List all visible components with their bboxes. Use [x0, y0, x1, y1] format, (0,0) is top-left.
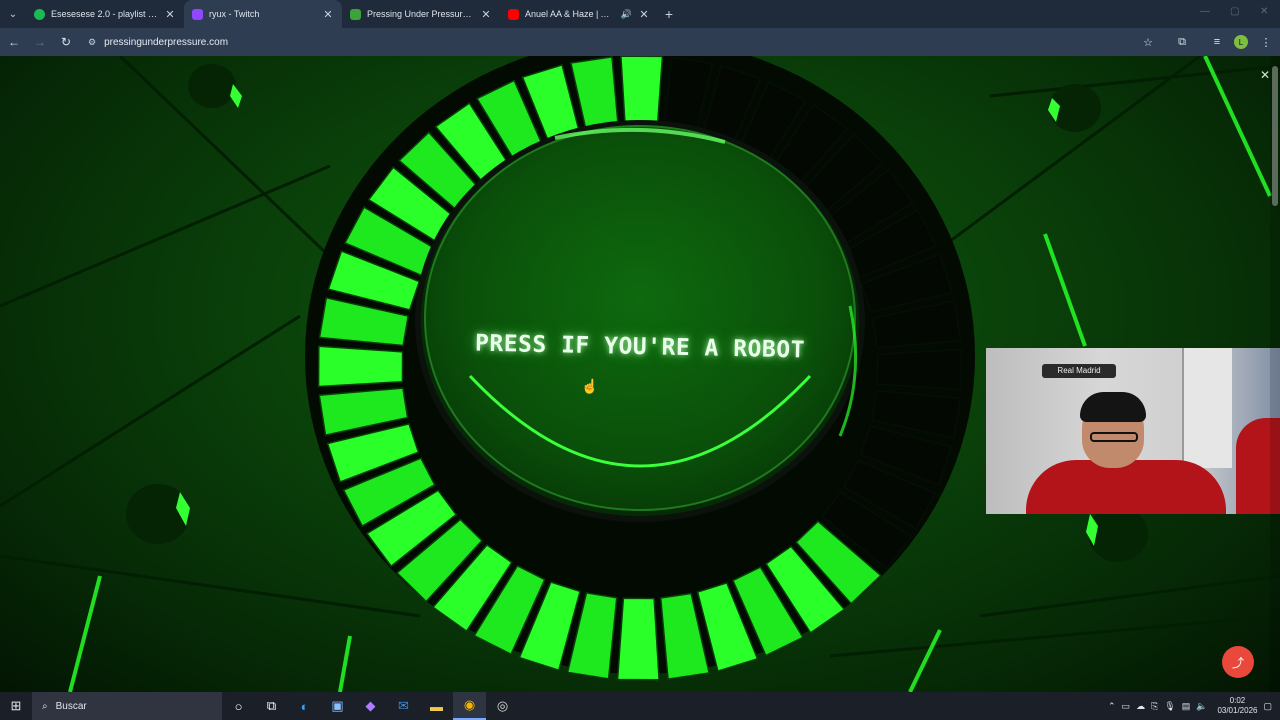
usb-icon[interactable]: ⎘ [1151, 701, 1158, 712]
streamer-glasses [1090, 432, 1138, 442]
windows-start-icon[interactable]: ⊞ [0, 692, 32, 720]
cortana-icon[interactable]: ○ [222, 692, 255, 720]
outlook-icon[interactable]: ✉ [387, 692, 420, 720]
profile-avatar[interactable]: L [1231, 32, 1251, 52]
scrollbar[interactable] [1270, 56, 1280, 692]
share-button[interactable]: ⤴ [1222, 646, 1254, 678]
network-icon[interactable]: ▤ [1182, 701, 1191, 712]
tab-spotify[interactable]: Esesesese 2.0 - playlist by Na ✕ [26, 0, 184, 28]
reload-icon[interactable]: ↻ [54, 30, 78, 54]
chrome-icon[interactable]: ◉ [453, 692, 486, 720]
progress-segment-unlit [876, 348, 963, 391]
file-explorer-icon[interactable]: ▬ [420, 692, 453, 720]
system-tray: ⌃ ▭ ☁ ⎘ 🎙 ▤ 🔈 0:02 03/01/2026 ▢ [1108, 692, 1280, 720]
progress-segment-lit [616, 597, 660, 681]
youtube-icon [508, 8, 519, 20]
taskbar-search[interactable]: ⌕ Buscar [32, 692, 222, 720]
obs-icon[interactable]: ◎ [486, 692, 519, 720]
tab-twitch[interactable]: ryux - Twitch ✕ [184, 0, 342, 28]
maximize-icon[interactable]: ▢ [1230, 6, 1239, 17]
tab-title: Pressing Under Pressure |Game [367, 9, 474, 19]
webcam-banner: Real Madrid [1042, 364, 1116, 378]
tray-overflow-icon[interactable]: ⌃ [1108, 701, 1116, 712]
url-text: pressingunderpressure.com [104, 36, 229, 48]
tab-title: ryux - Twitch [209, 9, 260, 19]
media-control-icon[interactable]: ≡ [1207, 32, 1227, 52]
store-icon[interactable]: ▣ [321, 692, 354, 720]
scrollbar-thumb[interactable] [1272, 66, 1278, 206]
progress-segment-lit [317, 345, 404, 388]
forward-icon[interactable]: → [28, 30, 52, 54]
onedrive-icon[interactable]: ☁ [1136, 701, 1145, 712]
edge-icon[interactable]: ◐ [288, 692, 321, 720]
twitch-icon [192, 8, 203, 20]
close-window-icon[interactable]: ✕ [1260, 6, 1268, 17]
hand-cursor-icon: ☝ [581, 378, 599, 394]
site-info-icon[interactable]: ⚙ [88, 37, 96, 48]
device-icon[interactable]: ▭ [1122, 701, 1131, 712]
close-tab-icon[interactable]: ✕ [164, 8, 176, 21]
close-tab-icon[interactable]: ✕ [638, 8, 650, 21]
tab-youtube[interactable]: Anuel AA & Haze | AMANEC 🔊 ✕ [500, 0, 658, 28]
bookmark-star-icon[interactable]: ☆ [1138, 32, 1158, 52]
minimize-icon[interactable]: — [1200, 6, 1210, 17]
notifications-icon[interactable]: ▢ [1263, 701, 1272, 712]
tab-title: Esesesese 2.0 - playlist by Na [51, 9, 158, 19]
tab-search-icon[interactable]: ⌄ [0, 0, 26, 28]
audio-playing-icon[interactable]: 🔊 [621, 9, 632, 20]
robot-button [424, 125, 856, 511]
close-tab-icon[interactable]: ✕ [322, 8, 334, 21]
streamer-hair [1080, 392, 1146, 422]
visual-studio-icon[interactable]: ◆ [354, 692, 387, 720]
game-icon [350, 8, 361, 20]
game-viewport: PRESS IF YOU'RE A ROBOT ☝ ✕ Real Madrid … [0, 56, 1280, 692]
windows-taskbar: ⊞ ⌕ Buscar ○ ⧉ ◐ ▣ ◆ ✉ ▬ ◉ ◎ ⌃ ▭ ☁ ⎘ 🎙 ▤… [0, 692, 1280, 720]
clock-date: 03/01/2026 [1217, 706, 1258, 715]
new-tab-button[interactable]: + [658, 0, 680, 28]
extensions-icon[interactable]: ⧉ [1172, 32, 1192, 52]
tab-strip: ⌄ Esesesese 2.0 - playlist by Na ✕ ryux … [0, 0, 1280, 28]
address-bar[interactable]: ⚙ pressingunderpressure.com [80, 31, 1165, 53]
webcam-door [1182, 348, 1232, 468]
close-overlay-icon[interactable]: ✕ [1260, 68, 1270, 82]
search-icon: ⌕ [42, 700, 48, 712]
tab-title: Anuel AA & Haze | AMANEC [525, 9, 615, 19]
search-placeholder: Buscar [55, 700, 87, 712]
streamer-body [1026, 460, 1226, 514]
browser-toolbar: ← → ↻ ⚙ pressingunderpressure.com ☆ ⧉ ≡ … [0, 28, 1280, 56]
menu-icon[interactable]: ⋮ [1256, 32, 1276, 52]
back-icon[interactable]: ← [2, 30, 26, 54]
clock[interactable]: 0:02 03/01/2026 [1217, 696, 1257, 716]
tab-pressing-under-pressure[interactable]: Pressing Under Pressure |Game ✕ [342, 0, 500, 28]
microphone-icon[interactable]: 🎙 [1164, 701, 1175, 712]
volume-icon[interactable]: 🔈 [1196, 701, 1207, 712]
task-view-icon[interactable]: ⧉ [255, 692, 288, 720]
clock-time: 0:02 [1229, 696, 1246, 705]
close-tab-icon[interactable]: ✕ [480, 8, 492, 21]
webcam-overlay: Real Madrid [986, 348, 1280, 514]
spotify-icon [34, 8, 45, 20]
